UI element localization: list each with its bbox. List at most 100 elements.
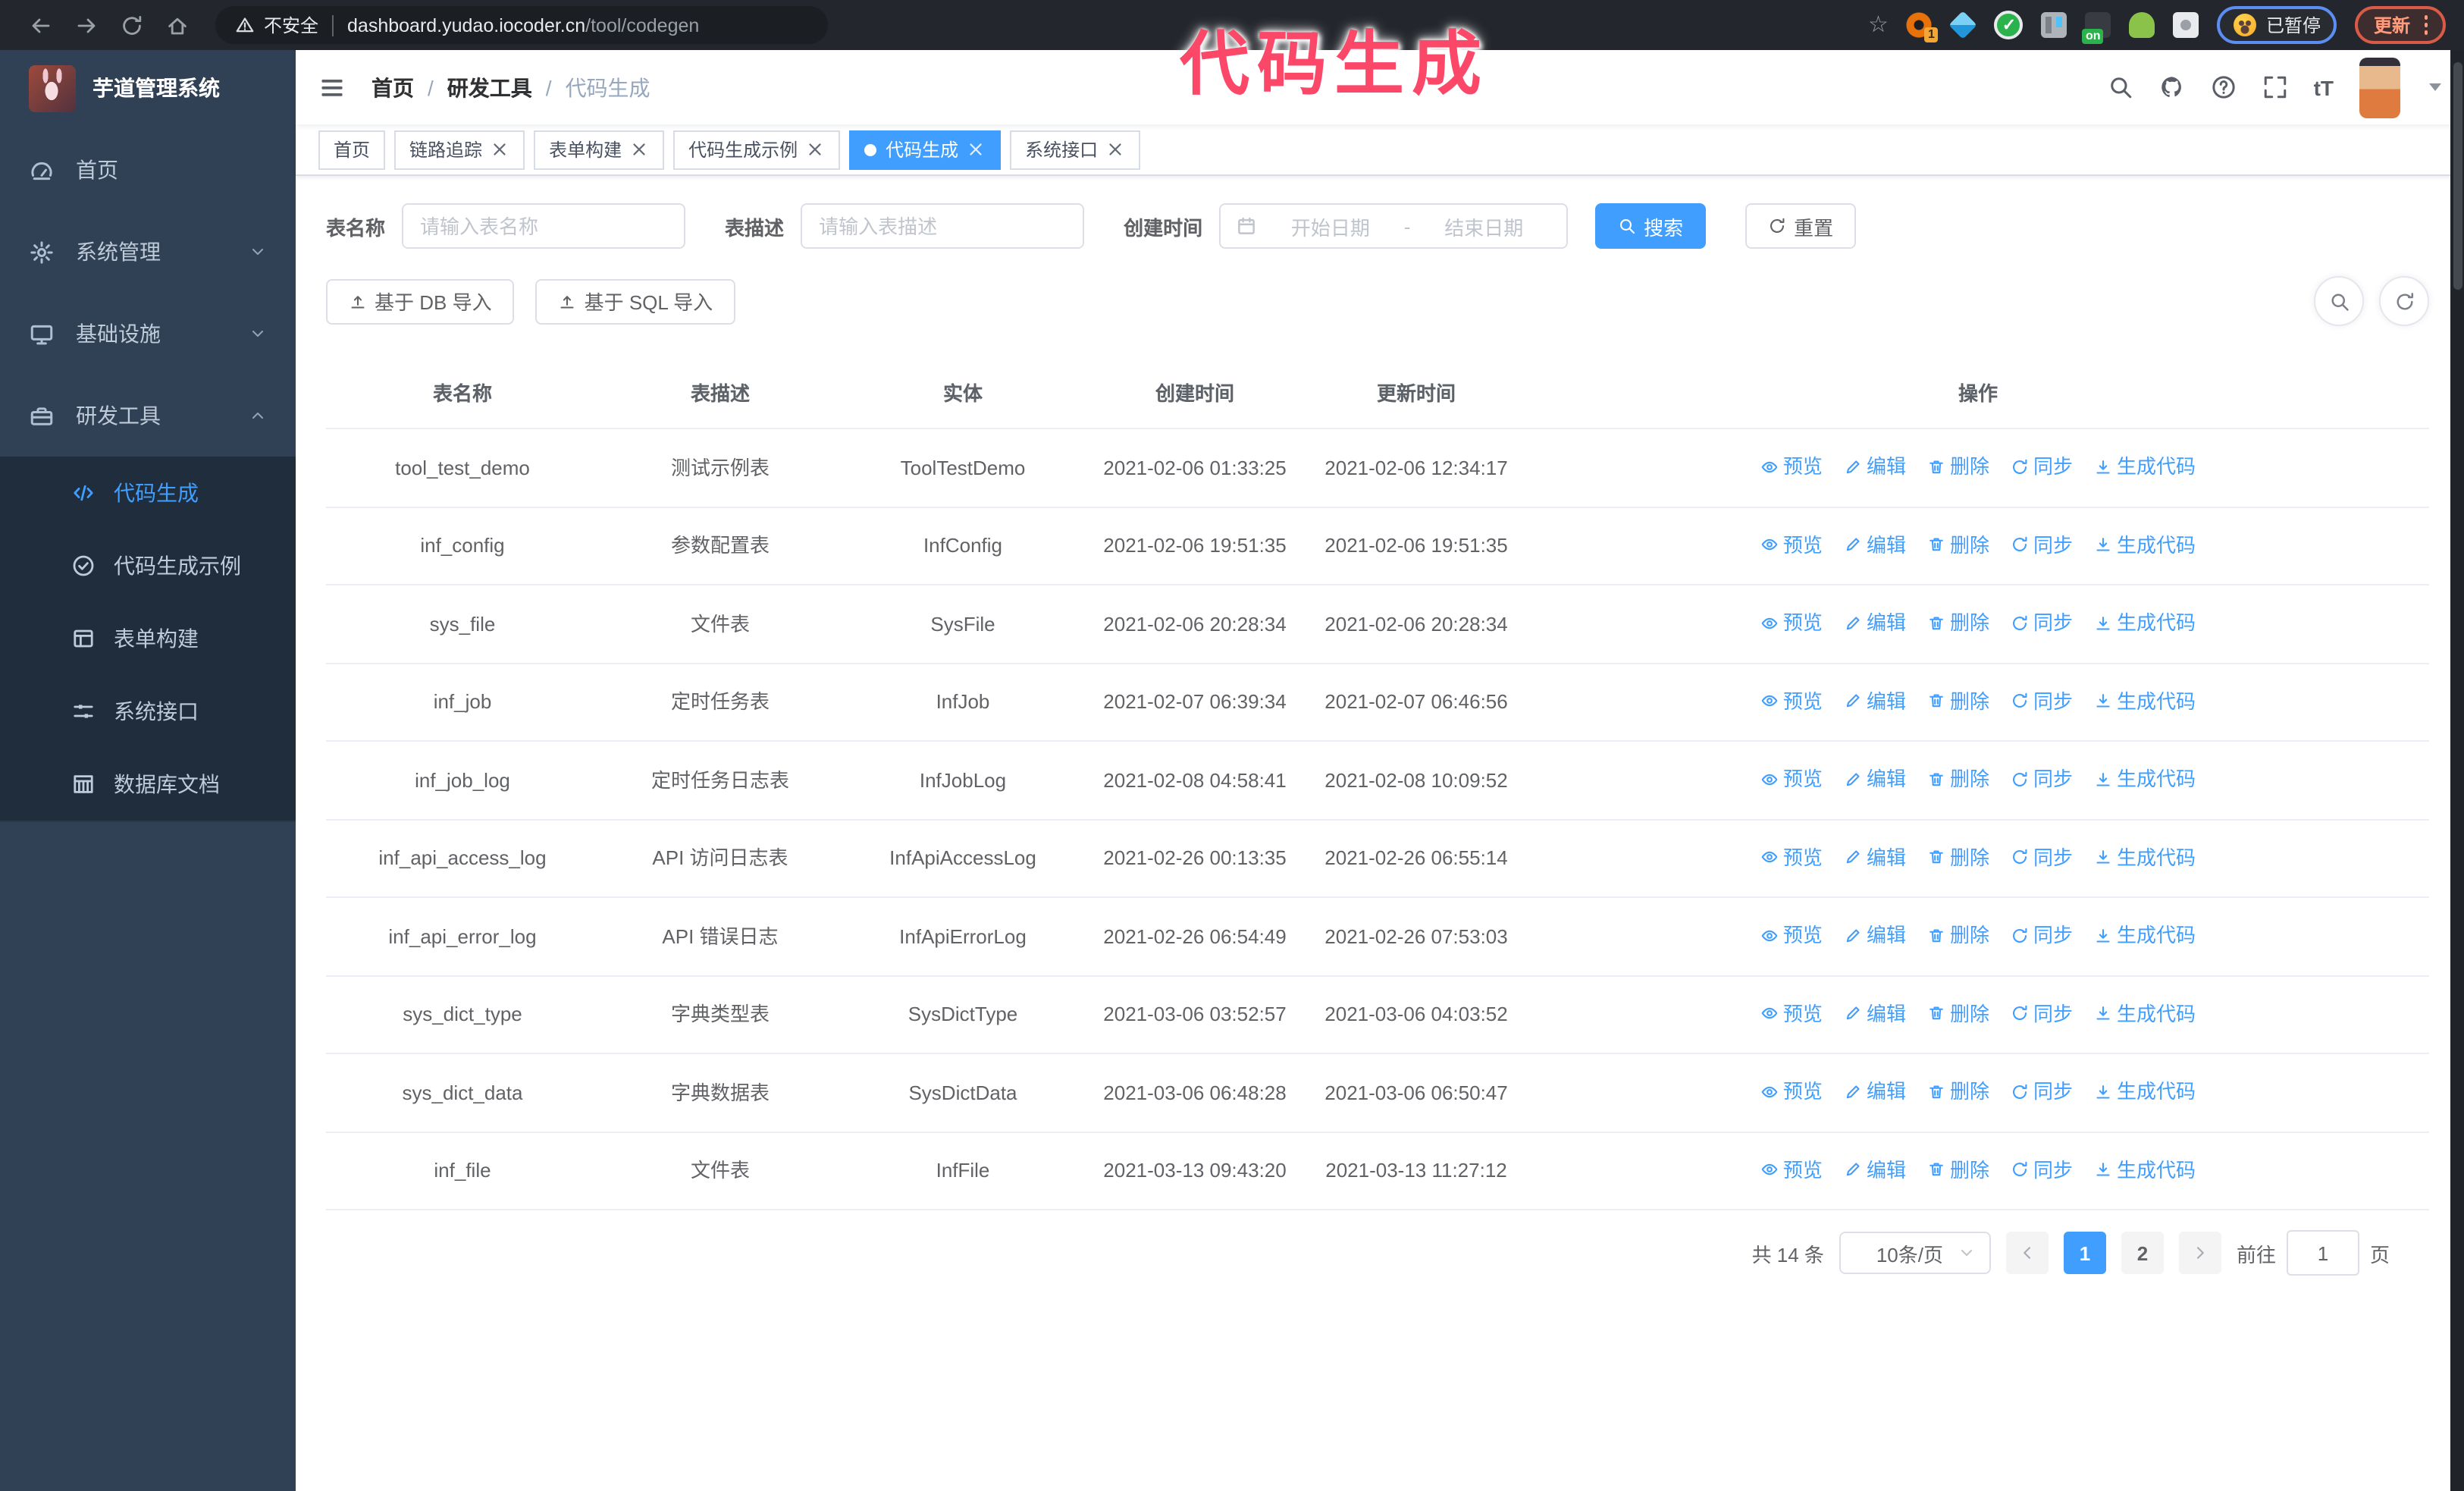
action-edit-link[interactable]: 编辑 — [1844, 530, 1906, 559]
not-secure-label[interactable]: 不安全 — [264, 12, 318, 38]
page-size-select[interactable]: 10条/页 — [1839, 1232, 1991, 1274]
user-avatar[interactable] — [2359, 57, 2400, 118]
extensions-puzzle-icon[interactable] — [2173, 12, 2199, 38]
action-delete-link[interactable]: 删除 — [1927, 921, 1989, 950]
action-generate-code-link[interactable]: 生成代码 — [2094, 1155, 2196, 1184]
action-preview-link[interactable]: 预览 — [1760, 764, 1823, 793]
action-delete-link[interactable]: 删除 — [1927, 764, 1989, 793]
header-search-icon[interactable] — [2108, 74, 2133, 100]
extension-key-icon[interactable] — [2129, 12, 2155, 38]
tab-close-icon[interactable] — [1105, 140, 1125, 159]
import-sql-button[interactable]: 基于 SQL 导入 — [535, 278, 736, 324]
tab-close-icon[interactable] — [490, 140, 509, 159]
action-preview-link[interactable]: 预览 — [1760, 999, 1823, 1028]
action-preview-link[interactable]: 预览 — [1760, 921, 1823, 950]
action-edit-link[interactable]: 编辑 — [1844, 764, 1906, 793]
extension-columns-icon[interactable] — [2041, 12, 2067, 38]
action-sync-link[interactable]: 同步 — [2011, 1155, 2073, 1184]
sidebar-item-home[interactable]: 首页 — [0, 129, 296, 211]
action-preview-link[interactable]: 预览 — [1760, 843, 1823, 871]
action-delete-link[interactable]: 删除 — [1927, 1077, 1989, 1106]
next-page-button[interactable] — [2178, 1232, 2221, 1274]
action-preview-link[interactable]: 预览 — [1760, 1155, 1823, 1184]
sidebar-subitem-codegen[interactable]: 代码生成 — [0, 457, 296, 529]
action-sync-link[interactable]: 同步 — [2011, 764, 2073, 793]
action-generate-code-link[interactable]: 生成代码 — [2094, 999, 2196, 1028]
goto-page-input[interactable] — [2286, 1230, 2359, 1276]
action-generate-code-link[interactable]: 生成代码 — [2094, 843, 2196, 871]
extension-gem-icon[interactable] — [1949, 11, 1978, 39]
action-edit-link[interactable]: 编辑 — [1844, 452, 1906, 481]
action-preview-link[interactable]: 预览 — [1760, 530, 1823, 559]
action-delete-link[interactable]: 删除 — [1927, 608, 1989, 637]
tab-close-icon[interactable] — [966, 140, 986, 159]
browser-menu-icon[interactable] — [2424, 15, 2428, 35]
app-logo-row[interactable]: 芋道管理系统 — [0, 50, 296, 126]
prev-page-button[interactable] — [2005, 1232, 2049, 1274]
action-generate-code-link[interactable]: 生成代码 — [2094, 686, 2196, 715]
action-preview-link[interactable]: 预览 — [1760, 452, 1823, 481]
refresh-table-button[interactable] — [2379, 276, 2429, 326]
breadcrumb-devtools[interactable]: 研发工具 — [447, 72, 532, 102]
browser-update-button[interactable]: 更新 — [2355, 6, 2446, 44]
sidebar-subitem-db-doc[interactable]: 数据库文档 — [0, 748, 296, 821]
font-size-icon[interactable]: tT — [2314, 77, 2334, 98]
sidebar-item-infra[interactable]: 基础设施 — [0, 293, 296, 375]
tab-system-api[interactable]: 系统接口 — [1010, 130, 1141, 169]
create-time-range-picker[interactable]: 开始日期 - 结束日期 — [1219, 203, 1569, 249]
window-scrollbar[interactable] — [2450, 50, 2464, 1491]
action-preview-link[interactable]: 预览 — [1760, 608, 1823, 637]
action-generate-code-link[interactable]: 生成代码 — [2094, 921, 2196, 950]
sidebar-item-system[interactable]: 系统管理 — [0, 211, 296, 293]
scrollbar-thumb[interactable] — [2453, 62, 2462, 290]
github-icon[interactable] — [2159, 74, 2185, 100]
action-edit-link[interactable]: 编辑 — [1844, 686, 1906, 715]
action-delete-link[interactable]: 删除 — [1927, 1155, 1989, 1184]
sidebar-subitem-system-api[interactable]: 系统接口 — [0, 675, 296, 748]
action-sync-link[interactable]: 同步 — [2011, 686, 2073, 715]
action-generate-code-link[interactable]: 生成代码 — [2094, 530, 2196, 559]
action-sync-link[interactable]: 同步 — [2011, 921, 2073, 950]
page-button-1[interactable]: 1 — [2063, 1232, 2106, 1274]
action-sync-link[interactable]: 同步 — [2011, 1077, 2073, 1106]
action-generate-code-link[interactable]: 生成代码 — [2094, 608, 2196, 637]
action-generate-code-link[interactable]: 生成代码 — [2094, 1077, 2196, 1106]
fullscreen-icon[interactable] — [2262, 74, 2288, 100]
tab-codegen-example[interactable]: 代码生成示例 — [673, 130, 841, 169]
avatar-caret-down-icon[interactable] — [2429, 83, 2441, 91]
action-edit-link[interactable]: 编辑 — [1844, 843, 1906, 871]
action-edit-link[interactable]: 编辑 — [1844, 1155, 1906, 1184]
action-edit-link[interactable]: 编辑 — [1844, 1077, 1906, 1106]
sidebar-subitem-codegen-example[interactable]: 代码生成示例 — [0, 529, 296, 602]
action-sync-link[interactable]: 同步 — [2011, 843, 2073, 871]
action-delete-link[interactable]: 删除 — [1927, 686, 1989, 715]
breadcrumb-home[interactable]: 首页 — [371, 72, 414, 102]
collapse-sidebar-icon[interactable] — [318, 74, 346, 101]
browser-reload-icon[interactable] — [120, 13, 144, 37]
browser-home-icon[interactable] — [165, 13, 190, 37]
action-generate-code-link[interactable]: 生成代码 — [2094, 452, 2196, 481]
reset-button[interactable]: 重置 — [1745, 203, 1857, 249]
action-delete-link[interactable]: 删除 — [1927, 452, 1989, 481]
action-preview-link[interactable]: 预览 — [1760, 686, 1823, 715]
action-edit-link[interactable]: 编辑 — [1844, 999, 1906, 1028]
action-edit-link[interactable]: 编辑 — [1844, 921, 1906, 950]
sidebar-subitem-form-build[interactable]: 表单构建 — [0, 602, 296, 675]
page-button-2[interactable]: 2 — [2121, 1232, 2164, 1274]
action-delete-link[interactable]: 删除 — [1927, 999, 1989, 1028]
search-button[interactable]: 搜索 — [1595, 203, 1707, 249]
tab-form-build[interactable]: 表单构建 — [534, 130, 665, 169]
tab-close-icon[interactable] — [805, 140, 825, 159]
action-edit-link[interactable]: 编辑 — [1844, 608, 1906, 637]
action-sync-link[interactable]: 同步 — [2011, 608, 2073, 637]
action-sync-link[interactable]: 同步 — [2011, 530, 2073, 559]
table-name-input[interactable] — [402, 203, 686, 249]
tab-tracing[interactable]: 链路追踪 — [394, 130, 525, 169]
extension-switch-icon[interactable]: on — [2082, 12, 2111, 44]
browser-forward-icon[interactable] — [74, 13, 99, 37]
extension-cloudflare-icon[interactable]: 1 — [1906, 12, 1939, 42]
bookmark-star-icon[interactable]: ☆ — [1868, 14, 1889, 36]
toggle-search-button[interactable] — [2314, 276, 2364, 326]
address-bar[interactable]: 不安全 dashboard.yudao.iocoder.cn/tool/code… — [215, 6, 828, 44]
tab-close-icon[interactable] — [629, 140, 649, 159]
